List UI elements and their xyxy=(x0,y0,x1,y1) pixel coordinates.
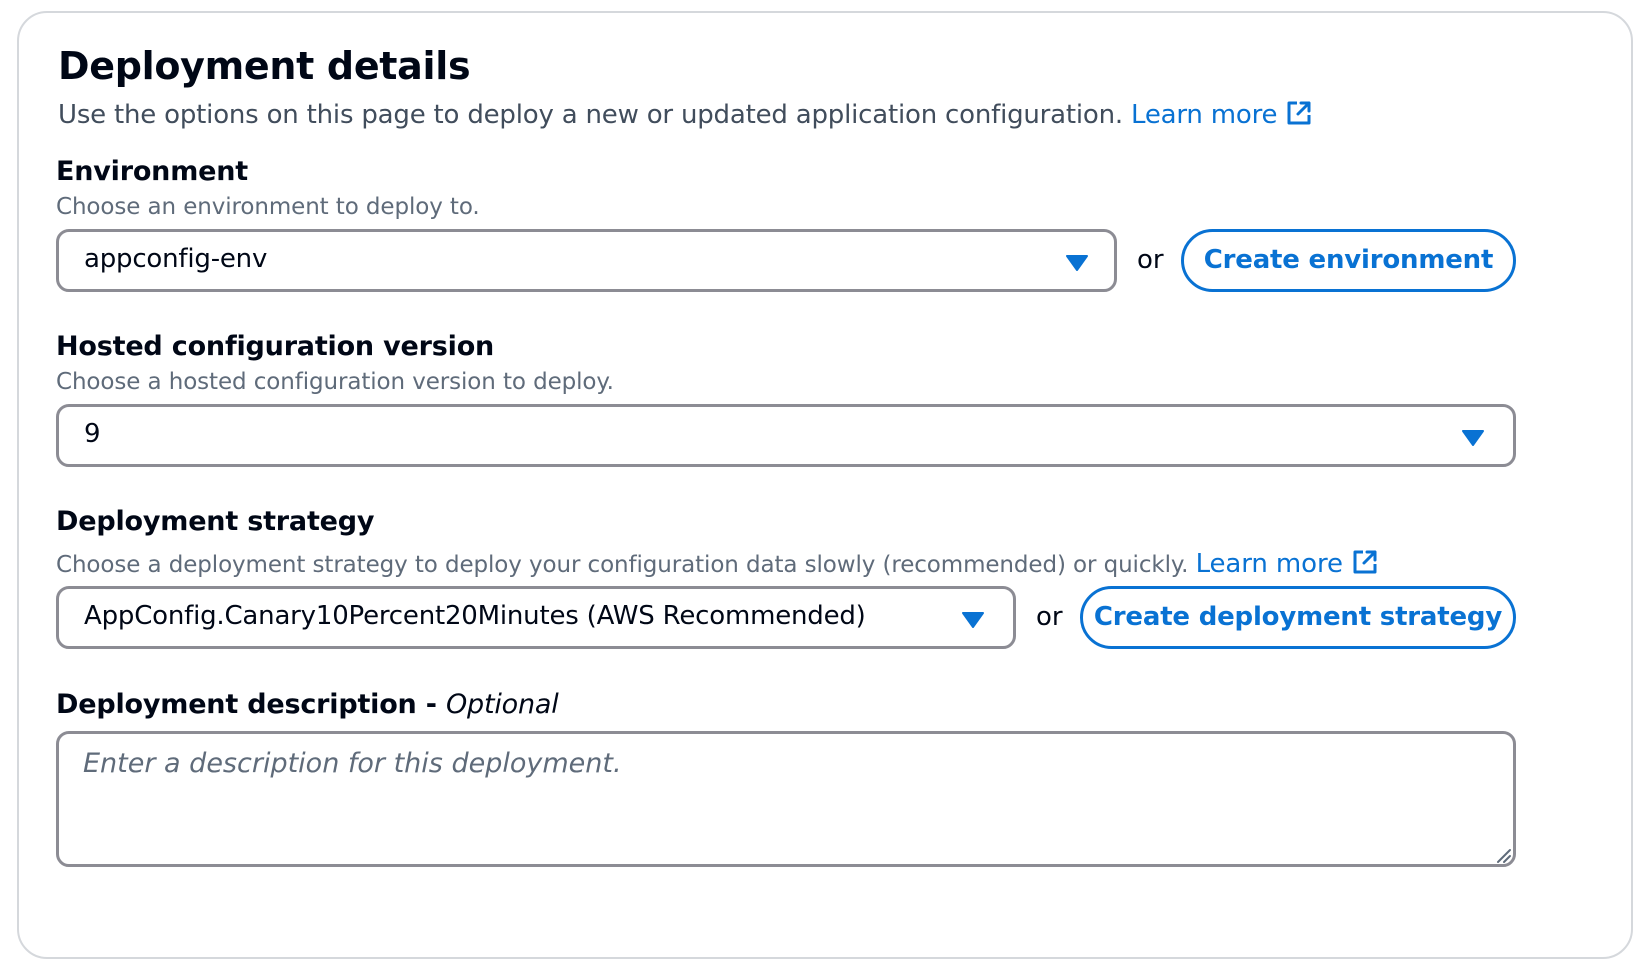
learn-more-link[interactable]: Learn more xyxy=(1131,100,1313,130)
optional-tag: Optional xyxy=(445,689,559,720)
strategy-select[interactable]: AppConfig.Canary10Percent20Minutes (AWS … xyxy=(56,586,1016,649)
create-environment-button[interactable]: Create environment xyxy=(1181,229,1516,292)
deployment-description-separator: - xyxy=(416,689,446,720)
caret-down-icon xyxy=(1462,430,1484,446)
hosted-version-selected-value: 9 xyxy=(84,419,101,449)
panel-description: Use the options on this page to deploy a… xyxy=(58,99,1313,130)
strategy-or-text: or xyxy=(1036,602,1063,632)
strategy-learn-more-link-text: Learn more xyxy=(1195,549,1343,579)
deployment-description-label-text: Deployment description xyxy=(56,689,417,720)
external-link-icon xyxy=(1287,101,1311,125)
deployment-description-label: Deployment description - Optional xyxy=(56,689,559,720)
strategy-label: Deployment strategy xyxy=(56,506,375,537)
environment-hint: Choose an environment to deploy to. xyxy=(56,194,480,220)
strategy-hint-text: Choose a deployment strategy to deploy y… xyxy=(56,552,1189,578)
deployment-description-input[interactable] xyxy=(56,731,1516,867)
hosted-version-hint: Choose a hosted configuration version to… xyxy=(56,369,614,395)
strategy-learn-more-link[interactable]: Learn more xyxy=(1196,549,1379,579)
create-deployment-strategy-button[interactable]: Create deployment strategy xyxy=(1080,586,1516,649)
caret-down-icon xyxy=(962,612,984,628)
external-link-icon xyxy=(1353,550,1377,574)
panel-description-text: Use the options on this page to deploy a… xyxy=(58,100,1123,130)
learn-more-link-text: Learn more xyxy=(1131,100,1278,130)
strategy-selected-value: AppConfig.Canary10Percent20Minutes (AWS … xyxy=(84,601,866,631)
hosted-version-select[interactable]: 9 xyxy=(56,404,1516,467)
environment-selected-value: appconfig-env xyxy=(84,244,268,274)
hosted-version-label: Hosted configuration version xyxy=(56,331,495,362)
environment-select[interactable]: appconfig-env xyxy=(56,229,1117,292)
strategy-hint: Choose a deployment strategy to deploy y… xyxy=(56,548,1379,579)
caret-down-icon xyxy=(1066,255,1088,271)
resize-handle-icon[interactable] xyxy=(1494,846,1512,864)
environment-label: Environment xyxy=(56,156,248,187)
panel-title: Deployment details xyxy=(58,44,471,88)
environment-or-text: or xyxy=(1137,245,1164,275)
